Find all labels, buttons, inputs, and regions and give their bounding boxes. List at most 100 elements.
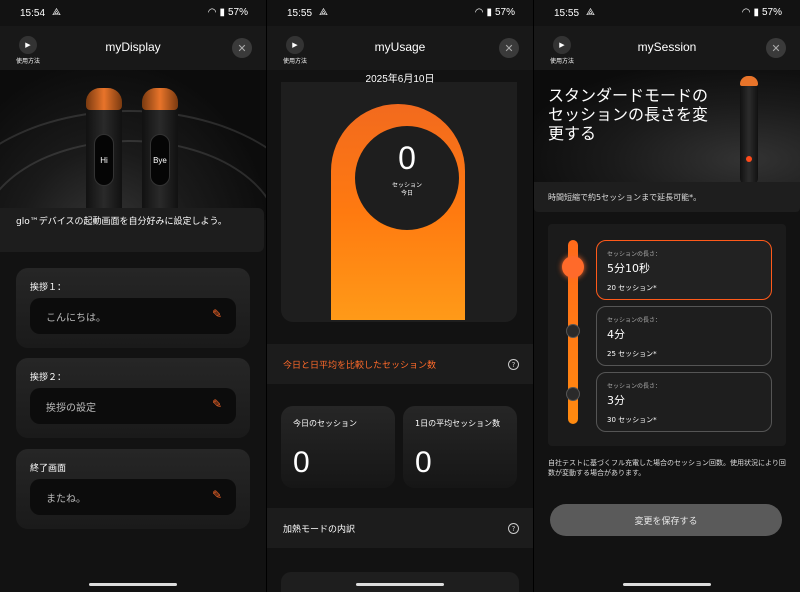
- close-button[interactable]: ✕: [499, 38, 519, 58]
- greeting-1-card: 挨拶１： こんにちは。 ✎: [16, 268, 250, 348]
- close-icon: ✕: [504, 41, 514, 55]
- greeting-2-label: 挨拶２：: [30, 373, 67, 383]
- status-time: 15:55: [287, 8, 313, 19]
- status-bar: 15:55 ⟁ ◠ ▮ 57%: [534, 0, 800, 26]
- session-slider-handle[interactable]: [562, 256, 584, 278]
- avg-sessions-label: 1日の平均セッション数: [415, 419, 501, 428]
- app-notification-icon: ⟁: [319, 7, 328, 18]
- greeting-2-value: 挨拶の設定: [46, 403, 96, 414]
- question-icon[interactable]: ?: [508, 523, 519, 534]
- top-bar: ▶ 使用方法 myUsage ✕: [267, 26, 533, 70]
- mydisplay-screen: 15:54 ⟁ ◠ ▮ 57% ▶ 使用方法 myDisplay ✕ Hi By…: [0, 0, 266, 592]
- session-slider-stop[interactable]: [566, 324, 580, 338]
- howto-label: 使用方法: [282, 58, 307, 65]
- compare-section-header: 今日と日平均を比較したセッション数 ?: [267, 344, 533, 384]
- greeting-2-field[interactable]: 挨拶の設定 ✎: [30, 388, 236, 424]
- home-indicator[interactable]: [356, 583, 444, 586]
- session-option-3[interactable]: セッションの長さ： 3分 30 セッション*: [596, 372, 772, 432]
- howto-label: 使用方法: [15, 58, 40, 65]
- avg-sessions-value: 0: [415, 446, 432, 479]
- heating-mode-section-header: 加熱モードの内訳 ?: [267, 508, 533, 548]
- battery-icon: ▮: [486, 7, 492, 18]
- battery-percent: 57%: [227, 7, 248, 18]
- session-option-1[interactable]: セッションの長さ： 5分10秒 20 セッション*: [596, 240, 772, 300]
- session-option-label: セッションの長さ：: [607, 383, 662, 390]
- heating-mode-card: [281, 572, 519, 592]
- home-indicator[interactable]: [623, 583, 711, 586]
- gauge-label-line2: 今日: [400, 190, 413, 197]
- session-gauge: 0 セッション 今日: [281, 82, 517, 322]
- pencil-icon[interactable]: ✎: [212, 307, 222, 321]
- status-bar: 15:54 ⟁ ◠ ▮ 57%: [0, 0, 266, 26]
- wifi-icon: ◠: [741, 7, 751, 18]
- session-length-selector: セッションの長さ： 5分10秒 20 セッション* セッションの長さ： 4分 2…: [548, 224, 786, 446]
- heating-mode-title: 加熱モードの内訳: [283, 525, 356, 535]
- device-screen-text: Hi: [94, 134, 114, 186]
- pencil-icon[interactable]: ✎: [212, 397, 222, 411]
- status-time: 15:54: [20, 8, 46, 19]
- app-notification-icon: ⟁: [52, 7, 61, 18]
- device-left: Hi: [86, 88, 122, 220]
- status-time: 15:55: [554, 8, 580, 19]
- wifi-icon: ◠: [207, 7, 217, 18]
- save-changes-button[interactable]: 変更を保存する: [550, 504, 782, 536]
- today-sessions-card: 今日のセッション 0: [281, 406, 395, 488]
- wifi-icon: ◠: [474, 7, 484, 18]
- close-button[interactable]: ✕: [766, 38, 786, 58]
- gauge-center: 0 セッション 今日: [355, 126, 459, 230]
- battery-icon: ▮: [219, 7, 225, 18]
- myusage-screen: 15:55 ⟁ ◠ ▮ 57% ▶ 使用方法 myUsage ✕ 0 セッション…: [267, 0, 533, 592]
- mysession-screen: 15:55 ⟁ ◠ ▮ 57% ▶ 使用方法 mySession ✕ スタンダー…: [534, 0, 800, 592]
- intro-text: glo™デバイスの起動画面を自分好みに設定しよう。: [0, 208, 264, 252]
- today-sessions-value: 0: [293, 446, 310, 479]
- page-title: mySession: [637, 40, 697, 54]
- pencil-icon[interactable]: ✎: [212, 488, 222, 502]
- page-title: myDisplay: [105, 40, 161, 54]
- battery-percent: 57%: [494, 7, 515, 18]
- session-option-duration: 3分: [607, 394, 625, 407]
- session-option-2[interactable]: セッションの長さ： 4分 25 セッション*: [596, 306, 772, 366]
- device-hero-image: Hi Bye: [0, 70, 266, 220]
- end-screen-value: またね。: [46, 494, 86, 505]
- end-screen-field[interactable]: またね。 ✎: [30, 479, 236, 515]
- device-screen-text: Bye: [150, 134, 170, 186]
- close-icon: ✕: [771, 41, 781, 55]
- howto-label: 使用方法: [549, 58, 574, 65]
- battery-icon: ▮: [753, 7, 759, 18]
- battery-percent: 57%: [761, 7, 782, 18]
- top-bar: ▶ 使用方法 mySession ✕: [534, 26, 800, 70]
- session-hero: スタンダードモードの セッションの長さを変更する: [534, 70, 800, 186]
- page-title: myUsage: [374, 40, 426, 54]
- session-option-duration: 4分: [607, 328, 625, 341]
- status-bar: 15:55 ⟁ ◠ ▮ 57%: [267, 0, 533, 26]
- close-icon: ✕: [237, 41, 247, 55]
- session-option-label: セッションの長さ：: [607, 251, 662, 258]
- greeting-1-label: 挨拶１：: [30, 283, 67, 293]
- session-option-duration: 5分10秒: [607, 262, 650, 275]
- close-button[interactable]: ✕: [232, 38, 252, 58]
- session-option-label: セッションの長さ：: [607, 317, 662, 324]
- session-option-count: 20 セッション*: [607, 284, 657, 292]
- top-bar: ▶ 使用方法 myDisplay ✕: [0, 26, 266, 70]
- app-notification-icon: ⟁: [586, 7, 595, 18]
- session-footnote: 自社テストに基づくフル充電した場合のセッション回数。使用状況により回数が変動する…: [548, 459, 786, 477]
- question-icon[interactable]: ?: [508, 359, 519, 370]
- extend-info: 時間短縮で約5セッションまで延長可能*。: [534, 182, 800, 212]
- compare-title: 今日と日平均を比較したセッション数: [283, 361, 437, 371]
- device-image: [740, 76, 758, 186]
- home-indicator[interactable]: [89, 583, 177, 586]
- gauge-label-line1: セッション: [391, 182, 422, 189]
- greeting-1-field[interactable]: こんにちは。 ✎: [30, 298, 236, 334]
- session-hero-title: スタンダードモードの セッションの長さを変更する: [548, 86, 709, 143]
- end-screen-label: 終了画面: [30, 464, 67, 474]
- end-screen-card: 終了画面 またね。 ✎: [16, 449, 250, 529]
- session-option-count: 30 セッション*: [607, 416, 657, 424]
- greeting-1-value: こんにちは。: [46, 313, 106, 324]
- usage-date: 2025年6月10日: [365, 74, 435, 85]
- gauge-value: 0: [398, 140, 416, 176]
- session-option-count: 25 セッション*: [607, 350, 657, 358]
- greeting-2-card: 挨拶２： 挨拶の設定 ✎: [16, 358, 250, 438]
- session-slider-stop[interactable]: [566, 387, 580, 401]
- avg-sessions-card: 1日の平均セッション数 0: [403, 406, 517, 488]
- today-sessions-label: 今日のセッション: [293, 419, 357, 428]
